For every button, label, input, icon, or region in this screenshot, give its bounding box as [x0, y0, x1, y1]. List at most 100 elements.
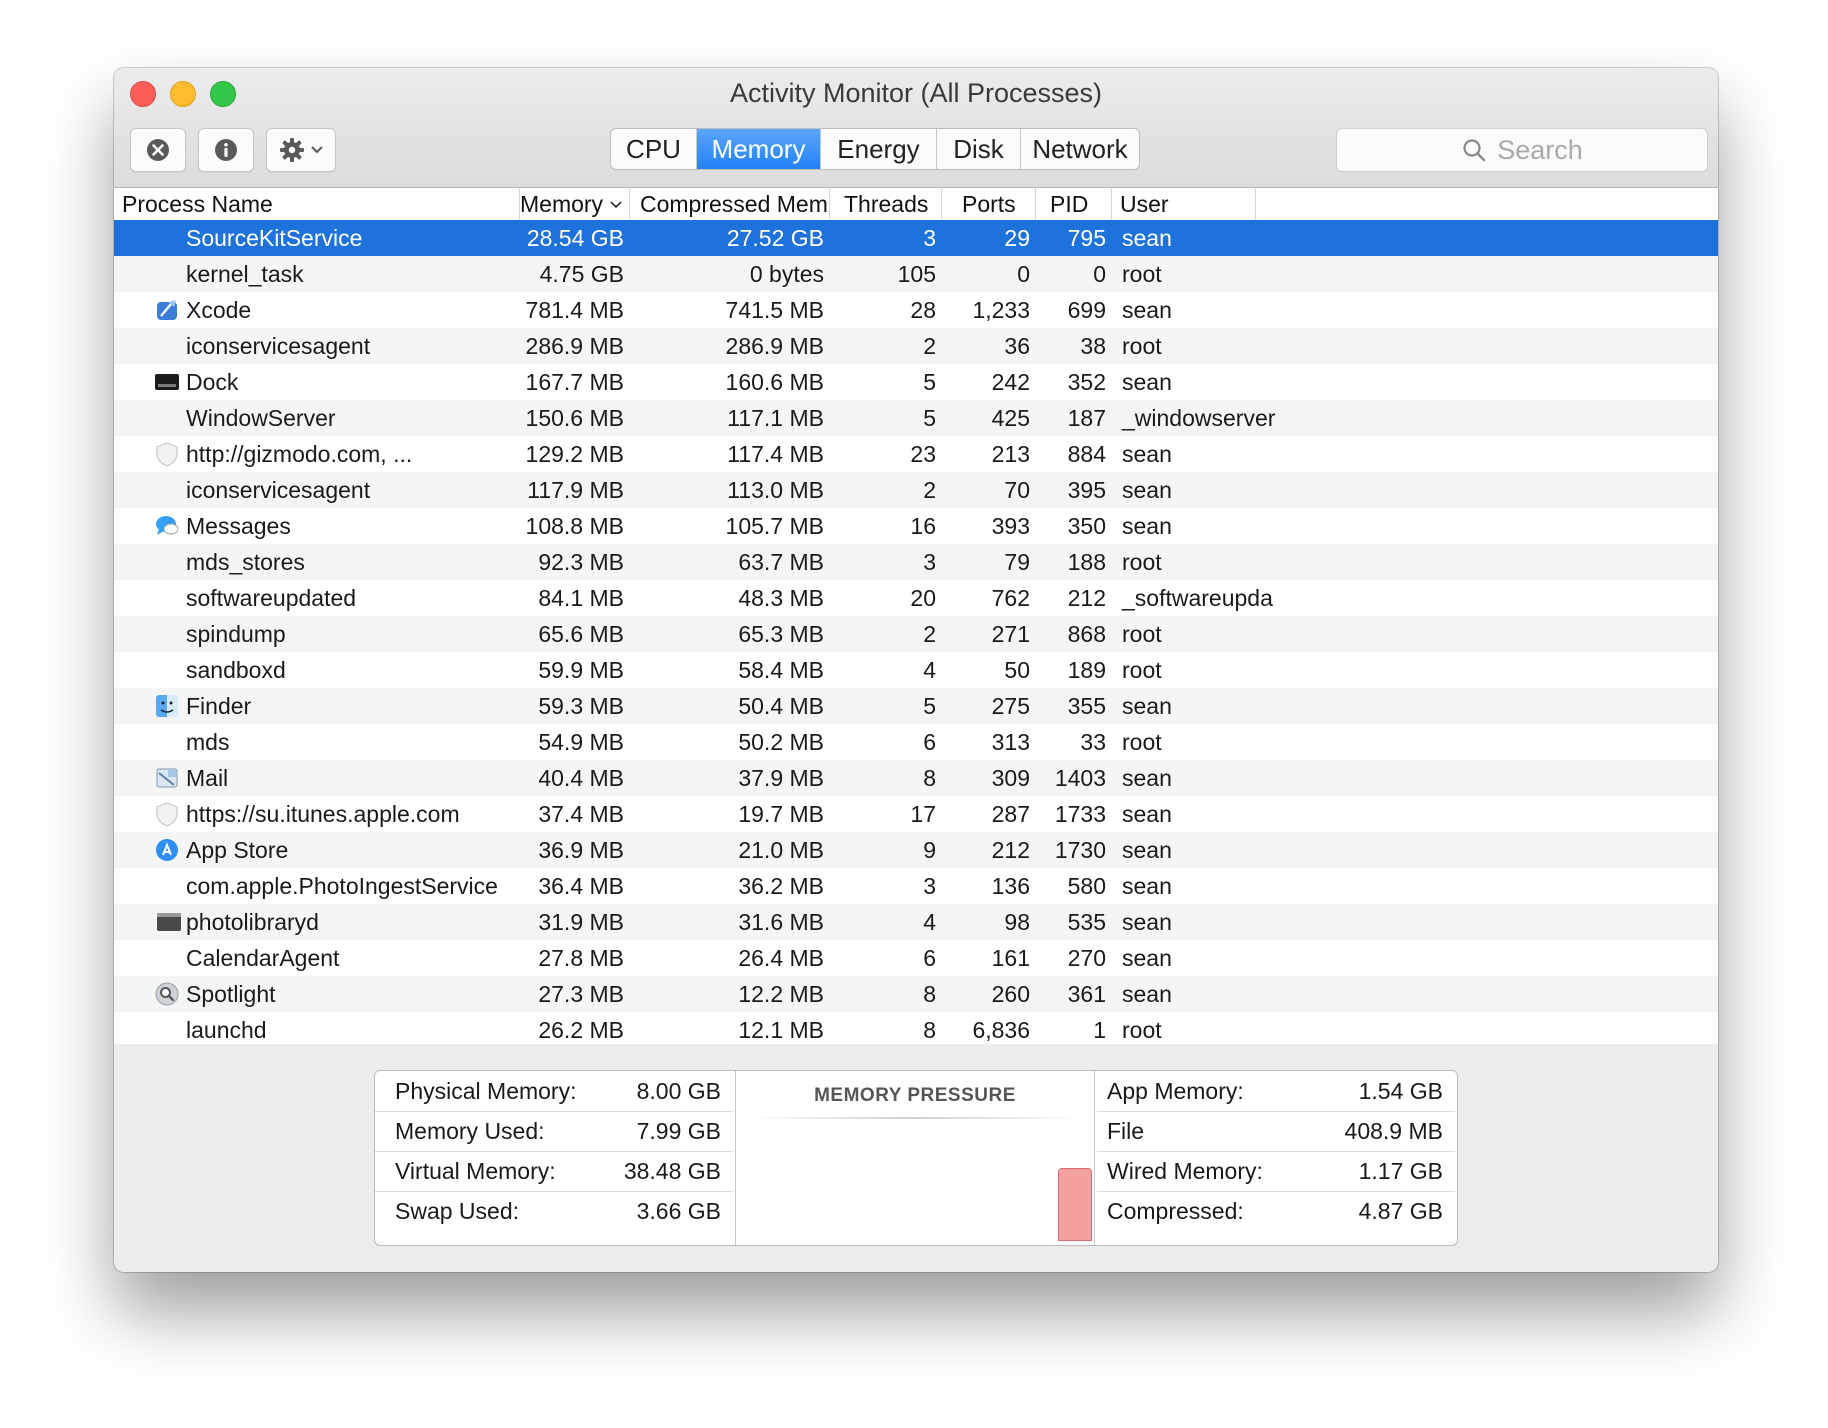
tab-cpu[interactable]: CPU — [611, 129, 697, 169]
chevron-down-icon — [311, 146, 323, 154]
cell-pid: 1730 — [1054, 837, 1106, 863]
cell-memory: 92.3 MB — [538, 549, 624, 575]
cell-pid: 795 — [1067, 225, 1106, 251]
cell-threads: 9 — [923, 837, 936, 863]
column-header-memory-label: Memory — [520, 191, 604, 217]
table-row[interactable]: iconservicesagent 286.9 MB 286.9 MB 2 36 38 ro… — [114, 328, 1718, 364]
search-field[interactable]: Search — [1336, 128, 1708, 172]
cell-threads: 5 — [923, 693, 936, 719]
tab-network[interactable]: Network — [1021, 129, 1139, 169]
cell-memory: 40.4 MB — [538, 765, 624, 791]
stat-value: 4.87 GB — [1358, 1198, 1443, 1224]
stat-virtual-memory: Virtual Memory: 38.48 GB — [375, 1151, 733, 1192]
column-header-threads[interactable]: Threads — [830, 188, 942, 220]
gear-icon — [280, 138, 304, 162]
table-row[interactable]: http://gizmodo.com, ... 129.2 MB 117.4 MB 2… — [114, 436, 1718, 472]
stat-app-memory: App Memory: 1.54 GB — [1097, 1071, 1455, 1112]
stat-label: Compressed: — [1107, 1198, 1244, 1224]
cell-user: sean — [1122, 873, 1172, 899]
stat-compressed: Compressed: 4.87 GB — [1097, 1191, 1455, 1231]
cell-memory: 31.9 MB — [538, 909, 624, 935]
cell-memory: 781.4 MB — [525, 297, 624, 323]
stat-memory-used: Memory Used: 7.99 GB — [375, 1111, 733, 1152]
table-row[interactable]: com.apple.PhotoIngestService 36.4 MB 36.2 … — [114, 868, 1718, 904]
toolbar: Activity Monitor (All Processes) CPU Mem… — [114, 68, 1718, 188]
table-row[interactable]: Finder 59.3 MB 50.4 MB 5 275 355 sean — [114, 688, 1718, 724]
cell-process-name: mds — [186, 729, 230, 755]
cell-ports: 275 — [991, 693, 1030, 719]
cell-pid: 395 — [1067, 477, 1106, 503]
cell-ports: 36 — [1004, 333, 1030, 359]
column-header-pid[interactable]: PID — [1036, 188, 1112, 220]
cell-threads: 4 — [923, 909, 936, 935]
cell-ports: 213 — [991, 441, 1030, 467]
cell-compressed-mem: 21.0 MB — [738, 837, 824, 863]
cell-threads: 28 — [910, 297, 936, 323]
table-row[interactable]: SourceKitService 28.54 GB 27.52 GB 3 29 795 se… — [114, 220, 1718, 256]
cell-user: sean — [1122, 837, 1172, 863]
stat-label: Swap Used: — [395, 1198, 520, 1224]
table-row[interactable]: kernel_task 4.75 GB 0 bytes 105 0 0 root — [114, 256, 1718, 292]
column-header-memory[interactable]: Memory — [520, 188, 630, 220]
table-row[interactable]: mds_stores 92.3 MB 63.7 MB 3 79 188 root — [114, 544, 1718, 580]
tab-energy[interactable]: Energy — [821, 129, 937, 169]
cell-process-name: Mail — [186, 765, 229, 791]
stat-wired-memory: Wired Memory: 1.17 GB — [1097, 1151, 1455, 1192]
column-header-process-name[interactable]: Process Name — [114, 188, 520, 220]
tab-memory[interactable]: Memory — [697, 129, 821, 169]
cell-threads: 6 — [923, 729, 936, 755]
cell-threads: 8 — [923, 1017, 936, 1043]
web-content-shield-icon — [154, 801, 180, 827]
column-header-compressed-mem[interactable]: Compressed Mem — [630, 188, 830, 220]
cell-pid: 33 — [1080, 729, 1106, 755]
dock-icon — [154, 369, 180, 395]
cell-compressed-mem: 117.4 MB — [727, 441, 824, 467]
column-header-user[interactable]: User — [1112, 188, 1256, 220]
cell-threads: 3 — [923, 549, 936, 575]
cell-compressed-mem: 160.6 MB — [725, 369, 824, 395]
column-header-ports[interactable]: Ports — [942, 188, 1036, 220]
table-row[interactable]: CalendarAgent 27.8 MB 26.4 MB 6 161 270 sean — [114, 940, 1718, 976]
table-row[interactable]: launchd 26.2 MB 12.1 MB 8 6,836 1 root — [114, 1012, 1718, 1044]
table-row[interactable]: photolibraryd 31.9 MB 31.6 MB 4 98 535 sean — [114, 904, 1718, 940]
cell-memory: 65.6 MB — [538, 621, 624, 647]
cell-ports: 98 — [1004, 909, 1030, 935]
search-icon — [1463, 139, 1486, 162]
cell-memory: 28.54 GB — [526, 225, 624, 251]
cell-memory: 150.6 MB — [525, 405, 624, 431]
cell-process-name: Spotlight — [186, 981, 276, 1007]
table-row[interactable]: iconservicesagent 117.9 MB 113.0 MB 2 70 395 s… — [114, 472, 1718, 508]
cell-user: _windowserver — [1122, 405, 1276, 431]
table-row[interactable]: spindump 65.6 MB 65.3 MB 2 271 868 root — [114, 616, 1718, 652]
cell-memory: 36.4 MB — [538, 873, 624, 899]
table-row[interactable]: softwareupdated 84.1 MB 48.3 MB 20 762 212 _so… — [114, 580, 1718, 616]
inspect-process-button[interactable] — [198, 128, 254, 172]
tab-disk[interactable]: Disk — [937, 129, 1021, 169]
cell-user: root — [1122, 1017, 1162, 1043]
quit-process-button[interactable] — [130, 128, 186, 172]
table-row[interactable]: Spotlight 27.3 MB 12.2 MB 8 260 361 sean — [114, 976, 1718, 1012]
cell-process-name: SourceKitService — [186, 225, 363, 251]
memory-stats-right: App Memory: 1.54 GB File 408.9 MB Wired … — [1097, 1071, 1455, 1245]
table-row[interactable]: sandboxd 59.9 MB 58.4 MB 4 50 189 root — [114, 652, 1718, 688]
table-row[interactable]: https://su.itunes.apple.com 37.4 MB 19.7 M… — [114, 796, 1718, 832]
cell-pid: 187 — [1067, 405, 1106, 431]
cell-process-name: launchd — [186, 1017, 267, 1043]
cell-threads: 2 — [923, 621, 936, 647]
web-content-shield-icon — [154, 441, 180, 467]
table-row[interactable]: Xcode 781.4 MB 741.5 MB 28 1,233 699 sean — [114, 292, 1718, 328]
table-row[interactable]: mds 54.9 MB 50.2 MB 6 313 33 root — [114, 724, 1718, 760]
table-row[interactable]: App Store 36.9 MB 21.0 MB 9 212 1730 sean — [114, 832, 1718, 868]
cell-process-name: https://su.itunes.apple.com — [186, 801, 460, 827]
cell-user: sean — [1122, 225, 1172, 251]
table-row[interactable]: Mail 40.4 MB 37.9 MB 8 309 1403 sean — [114, 760, 1718, 796]
table-row[interactable]: Messages 108.8 MB 105.7 MB 16 393 350 sean — [114, 508, 1718, 544]
stop-process-icon — [147, 139, 169, 161]
cell-process-name: iconservicesagent — [186, 333, 371, 359]
cell-pid: 0 — [1093, 261, 1106, 287]
table-row[interactable]: WindowServer 150.6 MB 117.1 MB 5 425 187 _wind… — [114, 400, 1718, 436]
table-row[interactable]: Dock 167.7 MB 160.6 MB 5 242 352 sean — [114, 364, 1718, 400]
action-menu-button[interactable] — [266, 128, 336, 172]
cell-threads: 23 — [910, 441, 936, 467]
cell-memory: 37.4 MB — [538, 801, 624, 827]
